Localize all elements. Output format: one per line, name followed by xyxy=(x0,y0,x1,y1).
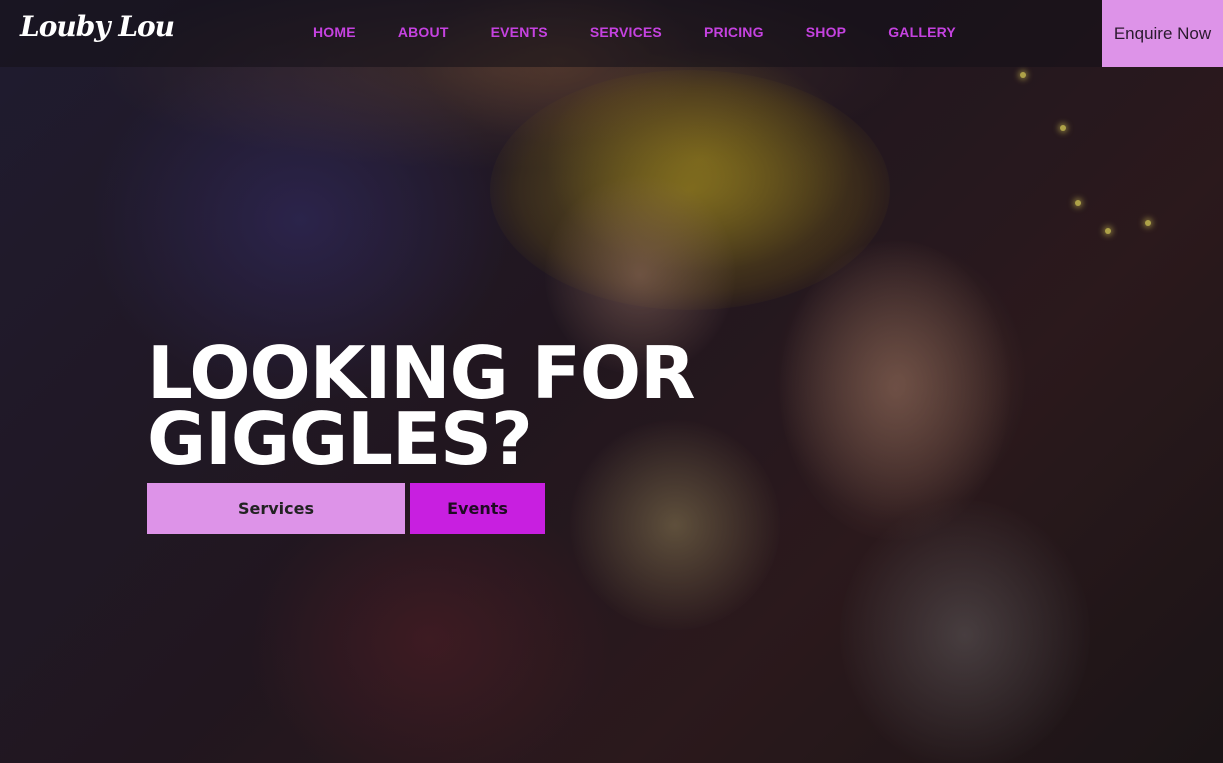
nav-link-services[interactable]: SERVICES xyxy=(590,24,662,40)
nav-link-about[interactable]: ABOUT xyxy=(398,24,449,40)
page: Louby Lou HOME ABOUT EVENTS SERVICES PRI… xyxy=(0,0,1223,763)
services-button[interactable]: Services xyxy=(147,483,405,534)
main-nav: HOME ABOUT EVENTS SERVICES PRICING SHOP … xyxy=(313,24,956,40)
events-button[interactable]: Events xyxy=(410,483,545,534)
top-navbar: Louby Lou HOME ABOUT EVENTS SERVICES PRI… xyxy=(0,0,1223,67)
nav-link-home[interactable]: HOME xyxy=(313,24,356,40)
site-logo[interactable]: Louby Lou xyxy=(20,10,175,43)
nav-link-events[interactable]: EVENTS xyxy=(491,24,548,40)
enquire-now-button[interactable]: Enquire Now xyxy=(1102,0,1223,67)
nav-link-shop[interactable]: SHOP xyxy=(806,24,846,40)
hero-cta-group: Services Events xyxy=(147,483,545,534)
nav-link-gallery[interactable]: GALLERY xyxy=(888,24,956,40)
hero-headline: LOOKING FOR GIGGLES? xyxy=(147,331,696,481)
nav-link-pricing[interactable]: PRICING xyxy=(704,24,764,40)
